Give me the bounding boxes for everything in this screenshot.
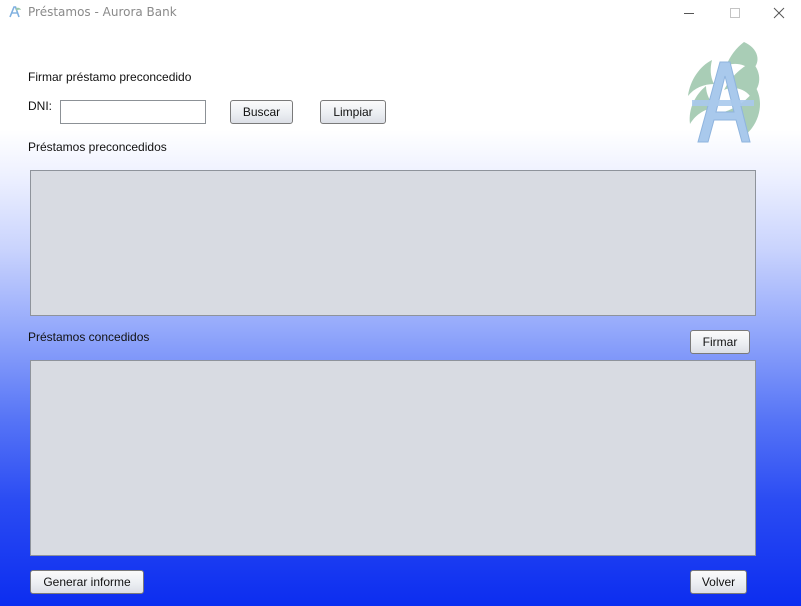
sign-button[interactable]: Firmar — [690, 330, 750, 354]
maximize-button[interactable] — [712, 0, 758, 26]
back-button[interactable]: Volver — [690, 570, 747, 594]
clear-button[interactable]: Limpiar — [320, 100, 386, 124]
granted-loans-list[interactable] — [30, 360, 756, 556]
dni-input[interactable] — [60, 100, 206, 124]
minimize-icon — [684, 13, 694, 14]
window-title: Préstamos - Aurora Bank — [28, 5, 177, 19]
generate-report-button[interactable]: Generar informe — [30, 570, 144, 594]
aurora-bank-logo-icon — [9, 6, 21, 18]
search-button[interactable]: Buscar — [230, 100, 293, 124]
preapproved-loans-list[interactable] — [30, 170, 756, 316]
dni-label: DNI: — [28, 99, 52, 113]
aurora-bank-logo — [688, 42, 760, 143]
granted-loans-title: Préstamos concedidos — [28, 330, 150, 344]
section-title: Firmar préstamo preconcedido — [28, 70, 192, 84]
close-icon — [773, 7, 785, 19]
title-bar: Préstamos - Aurora Bank — [0, 0, 801, 26]
preapproved-loans-title: Préstamos preconcedidos — [28, 140, 167, 154]
maximize-icon — [730, 8, 740, 18]
close-button[interactable] — [756, 0, 801, 26]
minimize-button[interactable] — [666, 0, 712, 26]
